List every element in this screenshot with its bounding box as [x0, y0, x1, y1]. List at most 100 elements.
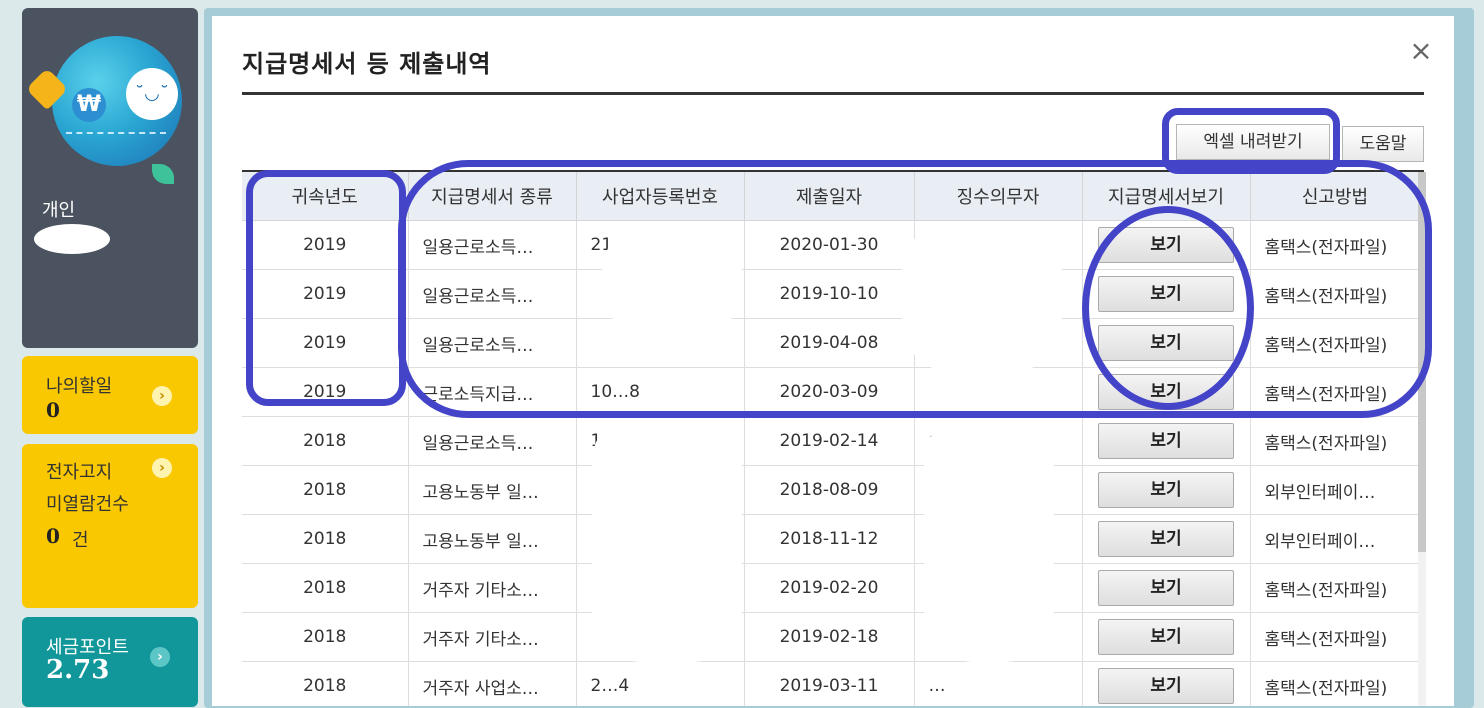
cell-year: 2018 — [242, 514, 409, 564]
view-button[interactable]: 보기 — [1098, 472, 1234, 508]
view-button[interactable]: 보기 — [1098, 374, 1234, 410]
cell-view: 보기 — [1082, 416, 1251, 466]
col-header-bizno[interactable]: 사업자등록번호 — [576, 172, 745, 221]
table-row: 2018 고용노동부 일… 2018-08-09 보기 외부인터페이… — [242, 465, 1418, 515]
tax-points-card[interactable]: 세금포인트 2.73 › — [22, 617, 198, 707]
cell-view: 보기 — [1082, 612, 1251, 662]
cell-method: 홈택스(전자파일) — [1250, 318, 1418, 368]
table-row: 2019 일용근로소득… 2019-10-10 보기 홈택스(전자파일) — [242, 269, 1418, 319]
col-header-type[interactable]: 지급명세서 종류 — [408, 172, 577, 221]
cell-year: 2018 — [242, 416, 409, 466]
modal-title: 지급명세서 등 제출내역 — [242, 50, 492, 78]
cell-year: 2019 — [242, 367, 409, 417]
notice-label-line2: 미열람건수 — [46, 494, 129, 515]
table-row: 2019일용근로소득…21…02020-01-30주…보기홈택스(전자파일) — [242, 220, 1418, 270]
table-row: 2018일용근로소득…1…72019-02-14주…보기홈택스(전자파일) — [242, 416, 1418, 466]
cell-type: 거주자 사업소… — [408, 661, 577, 706]
cell-date: 2018-08-09 — [744, 465, 915, 515]
points-value: 2.73 — [46, 655, 110, 685]
cell-payer: … — [914, 661, 1083, 706]
cell-date: 2018-11-12 — [744, 514, 915, 564]
todo-card[interactable]: 나의할일 0 › — [22, 356, 198, 434]
cell-view: 보기 — [1082, 465, 1251, 515]
cell-type: 거주자 기타소… — [408, 563, 577, 613]
cell-payer — [914, 367, 1083, 417]
view-button[interactable]: 보기 — [1098, 668, 1234, 704]
cell-type: 고용노동부 일… — [408, 465, 577, 515]
cell-year: 2018 — [242, 465, 409, 515]
cell-view: 보기 — [1082, 661, 1251, 706]
todo-count: 0 — [46, 398, 60, 422]
cell-view: 보기 — [1082, 367, 1251, 417]
table-row: 2018 거주자 기타소… 2019-02-18 보기 홈택스(전자파일) — [242, 612, 1418, 662]
table-row: 2018 거주자 기타소… 2019-02-20 보기 홈택스(전자파일) — [242, 563, 1418, 613]
cell-year: 2018 — [242, 563, 409, 613]
title-divider — [242, 92, 1424, 95]
cell-type: 일용근로소득… — [408, 220, 577, 270]
col-header-payer[interactable]: 징수의무자 — [914, 172, 1083, 221]
cell-date: 2020-03-09 — [744, 367, 915, 417]
profile-card: ₩ ˘◡˘ 개인 — [22, 8, 198, 348]
view-button[interactable]: 보기 — [1098, 570, 1234, 606]
cell-type: 거주자 기타소… — [408, 612, 577, 662]
close-icon[interactable]: × — [1408, 37, 1434, 65]
help-button[interactable]: 도움말 — [1342, 126, 1424, 162]
scrollbar-thumb[interactable] — [1418, 172, 1426, 552]
table-row: 2018 고용노동부 일… 2018-11-12 보기 외부인터페이… — [242, 514, 1418, 564]
cell-method: 외부인터페이… — [1250, 514, 1418, 564]
excel-download-button[interactable]: 엑셀 내려받기 — [1176, 124, 1330, 160]
cell-year: 2019 — [242, 318, 409, 368]
table-row: 2019 일용근로소득… 2019-04-08 보기 홈택스(전자파일) — [242, 318, 1418, 368]
cell-year: 2018 — [242, 612, 409, 662]
cell-type: 일용근로소득… — [408, 416, 577, 466]
cell-view: 보기 — [1082, 514, 1251, 564]
notice-count: 0 — [46, 524, 60, 548]
cell-type: 근로소득지급… — [408, 367, 577, 417]
col-header-date[interactable]: 제출일자 — [744, 172, 915, 221]
cell-date: 2019-02-14 — [744, 416, 915, 466]
cell-date: 2019-02-20 — [744, 563, 915, 613]
notice-unit: 건 — [72, 530, 89, 551]
chevron-right-icon[interactable]: › — [150, 647, 170, 667]
col-header-view[interactable]: 지급명세서보기 — [1082, 172, 1251, 221]
col-header-method[interactable]: 신고방법 — [1250, 172, 1418, 221]
cell-method: 홈택스(전자파일) — [1250, 367, 1418, 417]
cell-date: 2019-04-08 — [744, 318, 915, 368]
profile-type-label: 개인 — [42, 200, 76, 221]
cell-year: 2019 — [242, 269, 409, 319]
submission-history-modal: 지급명세서 등 제출내역 × 엑셀 내려받기 도움말 귀속년도 지급명세서 종류… — [212, 16, 1454, 706]
view-button[interactable]: 보기 — [1098, 423, 1234, 459]
submission-table-wrap: 귀속년도 지급명세서 종류 사업자등록번호 제출일자 징수의무자 지급명세서보기… — [242, 172, 1418, 706]
cell-bizno: 10…8 — [576, 367, 745, 417]
redaction-mark — [924, 412, 1054, 662]
todo-label: 나의할일 — [46, 376, 113, 397]
view-button[interactable]: 보기 — [1098, 521, 1234, 557]
cell-method: 외부인터페이… — [1250, 465, 1418, 515]
cell-type: 고용노동부 일… — [408, 514, 577, 564]
table-header-row: 귀속년도 지급명세서 종류 사업자등록번호 제출일자 징수의무자 지급명세서보기… — [242, 172, 1418, 221]
view-button[interactable]: 보기 — [1098, 325, 1234, 361]
cell-method: 홈택스(전자파일) — [1250, 416, 1418, 466]
e-notice-card[interactable]: 전자고지 미열람건수 0 건 › — [22, 444, 198, 608]
chevron-right-icon[interactable]: › — [152, 386, 172, 406]
cell-year: 2019 — [242, 220, 409, 270]
notice-label-line1: 전자고지 — [46, 462, 113, 483]
view-button[interactable]: 보기 — [1098, 276, 1234, 312]
cell-type: 일용근로소득… — [408, 269, 577, 319]
cell-date: 2019-10-10 — [744, 269, 915, 319]
cell-bizno: 2…4 — [576, 661, 745, 706]
col-header-year[interactable]: 귀속년도 — [242, 172, 409, 221]
cell-year: 2018 — [242, 661, 409, 706]
redaction-mark — [592, 412, 742, 662]
cell-method: 홈택스(전자파일) — [1250, 269, 1418, 319]
cell-view: 보기 — [1082, 269, 1251, 319]
cell-date: 2019-03-11 — [744, 661, 915, 706]
leaf-icon — [152, 164, 174, 184]
view-button[interactable]: 보기 — [1098, 227, 1234, 263]
table-row: 2018 거주자 사업소… 2…4 2019-03-11… 보기 홈택스(전자파일) — [242, 661, 1418, 706]
view-button[interactable]: 보기 — [1098, 619, 1234, 655]
cell-view: 보기 — [1082, 318, 1251, 368]
chevron-right-icon[interactable]: › — [152, 458, 172, 478]
globe-mascot-icon: ₩ ˘◡˘ — [52, 36, 182, 166]
table-row: 2019 근로소득지급… 10…8 2020-03-09 보기 홈택스(전자파일) — [242, 367, 1418, 417]
